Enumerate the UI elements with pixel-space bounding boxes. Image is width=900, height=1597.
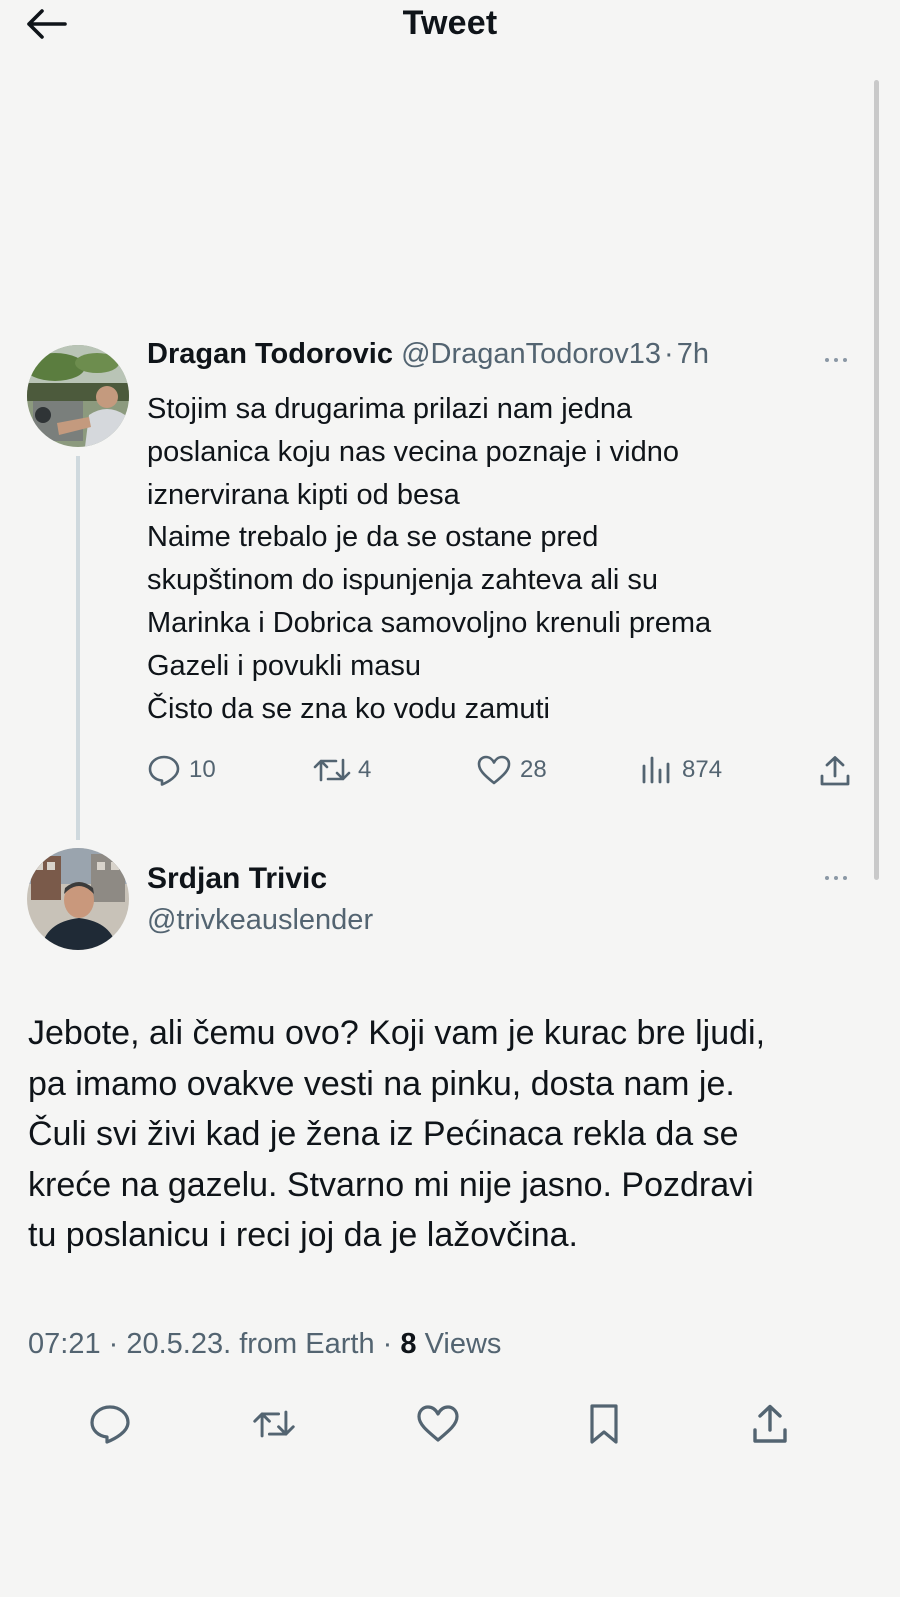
reply-text-line: iznervirana kipti od besa [147, 478, 460, 511]
main-tweet-text: Jebote, ali čemu ovo? Koji vam je kurac … [28, 1008, 878, 1261]
reply-share-button[interactable] [818, 754, 852, 788]
reply-author-handle[interactable]: @DraganTodorov13 [401, 338, 661, 370]
reply-text-line: poslanica koju nas vecina poznaje i vidn… [147, 435, 680, 468]
reply-separator: · [664, 338, 674, 370]
more-dots-icon[interactable] [818, 350, 854, 370]
reply-text-line: Marinka i Dobrica samovoljno krenuli pre… [147, 606, 712, 639]
retweet-button[interactable] [252, 1402, 296, 1446]
main-text-line: pa imamo ovakve vesti na pinku, dosta na… [28, 1064, 735, 1103]
avatar-dragan[interactable] [27, 345, 129, 447]
like-count: 28 [520, 756, 547, 783]
share-button[interactable] [748, 1402, 792, 1446]
retweet-icon [313, 758, 351, 782]
tweet-info-line: 07:21 · 20.5.23. from Earth · 8 Views [28, 1328, 501, 1361]
comment-icon [90, 1405, 130, 1444]
reply-author-row: Dragan Todorovic @DraganTodorov13 · 7h [147, 338, 709, 371]
reply-text-line: skupštinom do ispunjenja zahteva ali su [147, 564, 659, 597]
reply-text-line: Čisto da se zna ko vodu zamuti [147, 692, 550, 725]
more-dots-icon[interactable] [818, 868, 854, 888]
tweet-views-count: 8 [400, 1328, 417, 1360]
retweet-count: 4 [358, 756, 372, 783]
avatar-photo [27, 345, 129, 447]
share-icon [753, 1404, 787, 1443]
reply-retweet-button[interactable]: 4 [312, 754, 371, 786]
heart-icon [477, 755, 511, 785]
main-text-line: kreće na gazelu. Stvarno mi nije jasno. … [28, 1165, 754, 1204]
main-text-line: tu poslanicu i reci joj da je lažovčina. [28, 1216, 578, 1254]
share-icon [820, 756, 850, 786]
like-button[interactable] [416, 1402, 460, 1446]
bookmark-icon [590, 1404, 618, 1444]
top-bar: Tweet [0, 0, 900, 48]
reply-text-line: Gazeli i povukli masu [147, 649, 421, 682]
reply-author-name[interactable]: Dragan Todorovic [147, 338, 393, 370]
reply-text-line: Naime trebalo je da se ostane pred [147, 521, 599, 554]
reply-reply-button[interactable]: 10 [147, 754, 216, 786]
tweet-views-label: Views [424, 1328, 502, 1360]
views-count: 874 [682, 756, 723, 783]
reply-button[interactable] [88, 1402, 132, 1446]
bar-chart-icon [642, 756, 670, 784]
scrollbar[interactable] [874, 80, 879, 880]
tweet-timestamp[interactable]: 07:21 · 20.5.23. from Earth · [28, 1328, 392, 1360]
avatar-srdjan[interactable] [27, 848, 129, 950]
main-text-line: Jebote, ali čemu ovo? Koji vam je kurac … [28, 1014, 766, 1052]
reply-count: 10 [189, 756, 216, 783]
reply-tweet-text: Stojim sa drugarima prilazi nam jedna po… [147, 388, 847, 730]
comment-icon [148, 755, 180, 786]
reply-time[interactable]: 7h [677, 338, 709, 370]
thread-connector-line [76, 456, 80, 840]
retweet-icon [253, 1410, 295, 1438]
bookmark-button[interactable] [582, 1402, 626, 1446]
main-author-name[interactable]: Srdjan Trivic [147, 862, 327, 896]
page-title: Tweet [402, 4, 498, 42]
reply-like-button[interactable]: 28 [476, 754, 547, 786]
heart-icon [417, 1405, 459, 1442]
reply-text-line: Stojim sa drugarima prilazi nam jedna [147, 393, 633, 425]
reply-views-button[interactable]: 874 [640, 754, 722, 786]
main-text-line: Čuli svi živi kad je žena iz Pećinaca re… [28, 1115, 739, 1153]
main-author-handle[interactable]: @trivkeauslender [147, 904, 373, 937]
avatar-photo [27, 848, 129, 950]
